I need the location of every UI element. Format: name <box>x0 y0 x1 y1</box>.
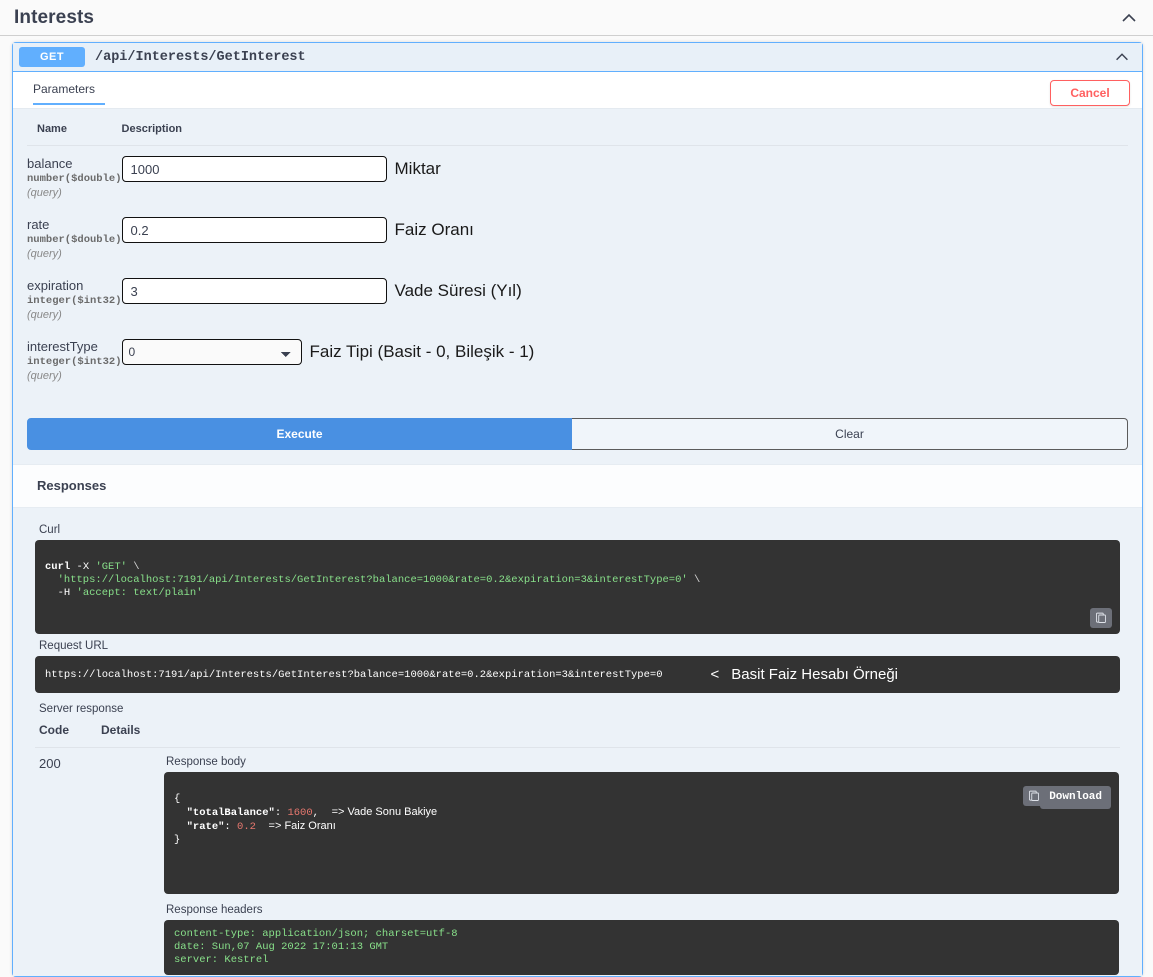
parameter-location: (query) <box>27 248 62 260</box>
page-title: Interests <box>14 6 95 28</box>
parameters-section: Name Description balance number($double)… <box>13 108 1142 390</box>
col-header-description: Description <box>121 115 1128 146</box>
request-url-annotation: < Basit Faiz Hesabı Örneği <box>711 666 899 683</box>
actions-row: Execute Clear <box>13 390 1142 464</box>
parameter-control-cell: Vade Süresi (Yıl) <box>121 268 1128 329</box>
operation-path: /api/Interests/GetInterest <box>95 49 306 65</box>
json-comma: , <box>312 807 319 819</box>
parameters-table: Name Description balance number($double)… <box>27 115 1128 390</box>
chevron-up-icon[interactable] <box>1112 47 1132 67</box>
download-button[interactable]: Download <box>1040 786 1111 809</box>
curl-label: Curl <box>39 524 61 536</box>
response-headers-label: Response headers <box>166 904 263 916</box>
response-header-row: Code Details <box>35 719 1120 748</box>
parameter-type: integer($int32) <box>27 295 122 307</box>
json-key-totalbalance: "totalBalance" <box>186 807 275 819</box>
http-method-badge: GET <box>19 47 85 67</box>
curl-url: 'https://localhost:7191/api/Interests/Ge… <box>45 574 688 586</box>
parameter-location: (query) <box>27 370 62 382</box>
chevron-up-icon[interactable] <box>1119 8 1139 28</box>
parameter-name: expiration <box>27 278 84 293</box>
server-response-table: Code Details 200 Response body { "totalB… <box>35 719 1120 976</box>
parameter-name: interestType <box>27 339 98 354</box>
execute-button[interactable]: Execute <box>27 418 572 450</box>
rate-input[interactable] <box>121 217 387 243</box>
request-url-annotation-text: Basit Faiz Hesabı Örneği <box>731 666 899 683</box>
curl-header-value: 'accept: text/plain' <box>76 587 203 599</box>
parameter-location: (query) <box>27 187 62 199</box>
col-header-code: Code <box>35 719 97 748</box>
parameter-meta: rate number($double) (query) <box>27 207 122 268</box>
totalbalance-annotation: => Vade Sonu Bakiye <box>331 806 438 818</box>
request-url-label: Request URL <box>39 640 109 652</box>
balance-annotation: Miktar <box>394 159 441 178</box>
curl-flag: -X <box>70 561 96 573</box>
server-response-label: Server response <box>39 703 124 715</box>
parameter-meta: balance number($double) (query) <box>27 146 122 208</box>
operation-block: GET /api/Interests/GetInterest Parameter… <box>12 42 1143 977</box>
responses-body: Curl curl -X 'GET' \ 'https://localhost:… <box>13 508 1142 976</box>
curl-command: curl <box>45 561 71 573</box>
parameter-meta: expiration integer($int32) (query) <box>27 268 122 329</box>
clear-button[interactable]: Clear <box>572 418 1128 450</box>
parameter-control-cell: Miktar <box>121 146 1128 208</box>
parameter-name: rate <box>27 217 50 232</box>
response-headers-value: content-type: application/json; charset=… <box>174 928 458 966</box>
interest-type-select[interactable]: 0 1 <box>121 339 302 365</box>
col-header-name: Name <box>27 115 122 146</box>
curl-continuation: \ <box>687 574 701 586</box>
json-open-brace: { <box>174 793 181 805</box>
tab-parameters[interactable]: Parameters <box>33 82 95 102</box>
expiration-annotation: Vade Süresi (Yıl) <box>394 281 522 300</box>
parameter-control-cell: 0 1 Faiz Tipi (Basit - 0, Bileşik - 1) <box>121 329 1128 390</box>
parameter-type: number($double) <box>27 173 122 185</box>
table-row: balance number($double) (query) Miktar <box>27 146 1128 208</box>
json-value-totalbalance: 1600 <box>287 807 313 819</box>
table-row: expiration integer($int32) (query) Vade … <box>27 268 1128 329</box>
parameter-meta: interestType integer($int32) (query) <box>27 329 122 390</box>
expiration-input[interactable] <box>121 278 387 304</box>
table-row: rate number($double) (query) Faiz Oranı <box>27 207 1128 268</box>
response-code: 200 <box>39 756 61 771</box>
json-value-rate: 0.2 <box>237 821 256 833</box>
tabs-row: Parameters Cancel <box>13 72 1142 108</box>
table-row: 200 Response body { "totalBalance": 1600… <box>35 748 1120 977</box>
operation-body: Parameters Cancel Name Description balan… <box>13 72 1142 976</box>
tab-active-underline <box>33 103 105 105</box>
curl-code-block: curl -X 'GET' \ 'https://localhost:7191/… <box>35 540 1120 634</box>
responses-title: Responses <box>37 478 107 493</box>
rate-annotation: => Faiz Oranı <box>268 820 336 832</box>
rate-annotation: Faiz Oranı <box>394 220 474 239</box>
operation-summary[interactable]: GET /api/Interests/GetInterest <box>13 43 1142 72</box>
request-url-block: https://localhost:7191/api/Interests/Get… <box>35 656 1120 693</box>
curl-header-flag: -H <box>45 587 77 599</box>
cancel-button[interactable]: Cancel <box>1050 80 1130 106</box>
balance-input[interactable] <box>121 156 387 182</box>
curl-continuation: \ <box>126 561 140 573</box>
left-arrow-icon: < <box>710 666 720 683</box>
interest-type-annotation: Faiz Tipi (Basit - 0, Bileşik - 1) <box>309 342 535 361</box>
parameter-type: number($double) <box>27 234 122 246</box>
copy-to-clipboard-icon[interactable] <box>1090 608 1112 628</box>
json-key-rate: "rate" <box>186 821 225 833</box>
curl-method: 'GET' <box>95 561 127 573</box>
tag-header[interactable]: Interests <box>0 0 1153 36</box>
parameter-type: integer($int32) <box>27 356 122 368</box>
response-body-block: { "totalBalance": 1600, => Vade Sonu Bak… <box>164 772 1119 894</box>
response-headers-block: content-type: application/json; charset=… <box>164 920 1119 975</box>
table-row: interestType integer($int32) (query) 0 1… <box>27 329 1128 390</box>
request-url-value: https://localhost:7191/api/Interests/Get… <box>45 668 663 681</box>
parameters-header-row: Name Description <box>27 115 1128 146</box>
responses-header: Responses <box>13 464 1142 508</box>
col-header-details: Details <box>97 719 1120 748</box>
parameter-location: (query) <box>27 309 62 321</box>
response-details: Response body { "totalBalance": 1600, =>… <box>97 748 1120 977</box>
parameter-control-cell: Faiz Oranı <box>121 207 1128 268</box>
parameter-name: balance <box>27 156 73 171</box>
json-close-brace: } <box>174 834 181 846</box>
response-body-label: Response body <box>166 756 246 768</box>
